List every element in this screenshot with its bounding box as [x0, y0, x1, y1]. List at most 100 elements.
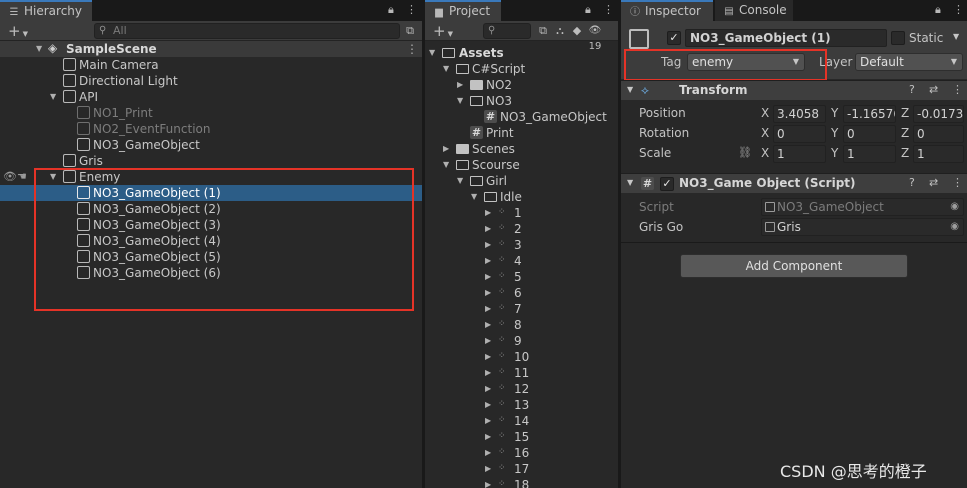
collapse-arrow-icon[interactable]: ▶ — [457, 77, 463, 93]
sprite-frame-item[interactable]: ▶ ⁘ 3 — [425, 237, 618, 253]
layer-dropdown[interactable]: Default ▼ — [855, 53, 963, 71]
collapse-arrow-icon[interactable]: ▶ — [485, 365, 491, 381]
sprite-frame-item[interactable]: ▶ ⁘ 13 — [425, 397, 618, 413]
collapse-arrow-icon[interactable]: ▶ — [485, 237, 491, 253]
hidden-packages-icon[interactable]: 👁︎19 — [583, 23, 607, 52]
static-dropdown-arrow-icon[interactable]: ▼ — [953, 32, 959, 41]
help-icon[interactable]: ? — [909, 83, 915, 96]
filter-type-icon[interactable]: ⛬ — [552, 23, 568, 39]
project-item[interactable]: ▼ Idle — [425, 189, 618, 205]
collapse-arrow-icon[interactable]: ▶ — [485, 285, 491, 301]
expand-arrow-icon[interactable]: ▼ — [457, 173, 463, 189]
collapse-arrow-icon[interactable]: ▶ — [485, 333, 491, 349]
hierarchy-item[interactable]: Gris — [0, 153, 422, 169]
component-menu-icon[interactable]: ⋮ — [952, 176, 963, 189]
static-checkbox[interactable] — [891, 31, 905, 45]
collapse-arrow-icon[interactable]: ▶ — [485, 461, 491, 477]
tab-inspector[interactable]: ⓘ Inspector — [621, 0, 713, 21]
rotation-z-field[interactable]: 0 — [913, 125, 964, 143]
collapse-arrow-icon[interactable]: ▶ — [485, 221, 491, 237]
position-x-field[interactable]: 3.4058 — [773, 105, 826, 123]
tab-console[interactable]: ▤ Console — [715, 0, 793, 21]
search-options-icon[interactable]: ⧉ — [402, 23, 418, 39]
collapse-arrow-icon[interactable]: ▶ — [443, 141, 449, 157]
collapse-arrow-icon[interactable]: ▶ — [485, 397, 491, 413]
sprite-frame-item[interactable]: ▶ ⁘ 7 — [425, 301, 618, 317]
project-item[interactable]: # Print — [425, 125, 618, 141]
constrain-proportions-icon[interactable]: ⛓ — [738, 146, 752, 159]
object-picker-icon[interactable]: ◉ — [950, 219, 959, 235]
pickable-hand-icon[interactable]: ☚ — [17, 169, 27, 185]
collapse-arrow-icon[interactable]: ▶ — [485, 413, 491, 429]
sprite-frame-item[interactable]: ▶ ⁘ 5 — [425, 269, 618, 285]
collapse-arrow-icon[interactable]: ▶ — [485, 301, 491, 317]
project-item-assets[interactable]: ▼ Assets — [425, 45, 618, 61]
scale-y-field[interactable]: 1 — [843, 145, 896, 163]
sprite-frame-item[interactable]: ▶ ⁘ 15 — [425, 429, 618, 445]
hierarchy-item[interactable]: NO1_Print — [0, 105, 422, 121]
help-icon[interactable]: ? — [909, 176, 915, 189]
expand-arrow-icon[interactable]: ▼ — [443, 157, 449, 173]
sprite-frame-item[interactable]: ▶ ⁘ 12 — [425, 381, 618, 397]
collapse-arrow-icon[interactable]: ▶ — [485, 205, 491, 221]
hierarchy-item[interactable]: Main Camera — [0, 57, 422, 73]
sprite-frame-item[interactable]: ▶ ⁘ 17 — [425, 461, 618, 477]
sprite-frame-item[interactable]: ▶ ⁘ 11 — [425, 365, 618, 381]
sprite-frame-item[interactable]: ▶ ⁘ 4 — [425, 253, 618, 269]
preset-icon[interactable]: ⇄ — [929, 176, 938, 189]
collapse-arrow-icon[interactable]: ▶ — [485, 317, 491, 333]
expand-arrow-icon[interactable]: ▼ — [443, 61, 449, 77]
script-enabled-checkbox[interactable]: ✓ — [660, 177, 674, 191]
position-z-field[interactable]: -0.0173 — [913, 105, 964, 123]
scale-z-field[interactable]: 1 — [913, 145, 964, 163]
hierarchy-item[interactable]: ▼ API — [0, 89, 422, 105]
hierarchy-item[interactable]: Directional Light — [0, 73, 422, 89]
collapse-arrow-icon[interactable]: ▶ — [485, 381, 491, 397]
lock-icon[interactable]: 🔒︎ — [388, 3, 394, 17]
sprite-frame-item[interactable]: ▶ ⁘ 2 — [425, 221, 618, 237]
tab-project[interactable]: ▆ Project — [425, 0, 501, 21]
project-item[interactable]: # NO3_GameObject — [425, 109, 618, 125]
visibility-eye-icon[interactable]: 👁︎ — [3, 169, 17, 185]
project-search-input[interactable]: ⚲ — [483, 23, 531, 39]
more-menu-icon[interactable]: ⋮ — [953, 3, 964, 16]
script-component-header[interactable]: ▼ # ✓ NO3_Game Object (Script) ? ⇄ ⋮ — [621, 173, 967, 193]
sprite-frame-item[interactable]: ▶ ⁘ 16 — [425, 445, 618, 461]
sprite-frame-item[interactable]: ▶ ⁘ 18 — [425, 477, 618, 488]
object-name-field[interactable]: NO3_GameObject (1) — [685, 29, 887, 47]
expand-arrow-icon[interactable]: ▼ — [471, 189, 477, 205]
preset-icon[interactable]: ⇄ — [929, 83, 938, 96]
foldout-arrow-icon[interactable]: ▼ — [627, 85, 633, 94]
expand-arrow-icon[interactable]: ▼ — [429, 45, 435, 61]
tab-hierarchy[interactable]: ☰ Hierarchy — [0, 0, 92, 21]
rotation-y-field[interactable]: 0 — [843, 125, 896, 143]
collapse-arrow-icon[interactable]: ▶ — [485, 253, 491, 269]
project-item[interactable]: ▶ Scenes — [425, 141, 618, 157]
project-item[interactable]: ▼ Scourse — [425, 157, 618, 173]
add-icon[interactable]: + ▼ — [4, 23, 32, 39]
project-item[interactable]: ▶ NO2 — [425, 77, 618, 93]
more-menu-icon[interactable]: ⋮ — [406, 3, 417, 16]
collapse-arrow-icon[interactable]: ▶ — [485, 349, 491, 365]
lock-icon[interactable]: 🔒︎ — [935, 3, 941, 17]
collapse-arrow-icon[interactable]: ▶ — [485, 269, 491, 285]
position-y-field[interactable]: -1.16576 — [843, 105, 896, 123]
add-component-button[interactable]: Add Component — [680, 254, 908, 278]
collapse-arrow-icon[interactable]: ▶ — [485, 477, 491, 488]
add-icon[interactable]: + ▼ — [429, 23, 457, 39]
collapse-arrow-icon[interactable]: ▶ — [485, 445, 491, 461]
collapse-arrow-icon[interactable]: ▶ — [485, 429, 491, 445]
scene-menu-icon[interactable]: ⋮ — [406, 41, 418, 57]
scene-row[interactable]: ▼ ◈ SampleScene ⋮ — [0, 41, 422, 57]
expand-arrow-icon[interactable]: ▼ — [457, 93, 463, 109]
active-checkbox[interactable]: ✓ — [667, 31, 681, 45]
component-menu-icon[interactable]: ⋮ — [952, 83, 963, 96]
hierarchy-item[interactable]: NO3_GameObject — [0, 137, 422, 153]
scale-x-field[interactable]: 1 — [773, 145, 826, 163]
gris-go-field[interactable]: Gris ◉ — [761, 218, 964, 236]
lock-icon[interactable]: 🔒︎ — [585, 3, 591, 17]
sprite-frame-item[interactable]: ▶ ⁘ 14 — [425, 413, 618, 429]
foldout-arrow-icon[interactable]: ▼ — [627, 178, 633, 187]
search-input[interactable]: ⚲ All — [94, 23, 400, 39]
project-item[interactable]: ▼ NO3 — [425, 93, 618, 109]
